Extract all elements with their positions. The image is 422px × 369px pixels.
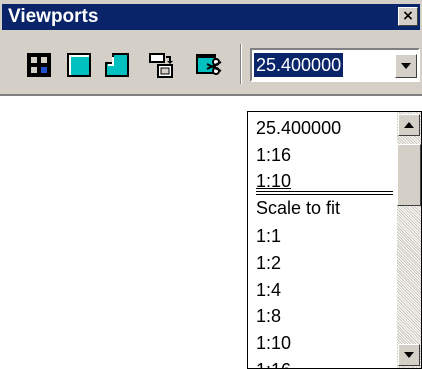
- toolbar-separator: [240, 44, 242, 84]
- scroll-down-button[interactable]: [398, 344, 420, 366]
- display-viewports-dialog-icon: [27, 53, 51, 77]
- list-item[interactable]: 1:16: [256, 358, 291, 368]
- list-item[interactable]: 1:16: [256, 143, 291, 167]
- polygonal-viewport-icon: [105, 53, 129, 77]
- list-divider: [256, 191, 393, 195]
- single-viewport-button[interactable]: [62, 48, 96, 82]
- window-title: Viewports: [8, 6, 99, 27]
- viewports-toolbar: Viewports × 25.400000: [0, 0, 422, 96]
- list-item[interactable]: 1:10: [256, 169, 291, 193]
- viewport-scale-value[interactable]: 25.400000: [254, 53, 344, 77]
- clip-existing-viewport-icon: [196, 54, 222, 75]
- chevron-down-icon: [401, 63, 411, 69]
- clip-existing-viewport-button[interactable]: [192, 48, 226, 82]
- chevron-up-icon: [404, 122, 414, 128]
- scroll-up-button[interactable]: [398, 114, 420, 136]
- dropdown-scrollbar[interactable]: [397, 112, 421, 368]
- single-viewport-icon: [67, 53, 91, 77]
- convert-object-to-viewport-icon: [149, 53, 173, 78]
- title-bar[interactable]: Viewports ×: [2, 4, 420, 30]
- display-viewports-dialog-button[interactable]: [22, 48, 56, 82]
- list-item[interactable]: 1:10: [256, 331, 291, 355]
- list-item[interactable]: 1:1: [256, 224, 281, 248]
- list-item[interactable]: 1:4: [256, 278, 281, 302]
- list-item[interactable]: 1:2: [256, 251, 281, 275]
- viewport-scale-combobox[interactable]: 25.400000: [250, 48, 420, 82]
- polygonal-viewport-button[interactable]: [100, 48, 134, 82]
- list-item[interactable]: 25.400000: [256, 116, 341, 140]
- convert-object-to-viewport-button[interactable]: [144, 48, 178, 82]
- list-item[interactable]: 1:8: [256, 304, 281, 328]
- close-icon: ×: [402, 8, 414, 24]
- close-button[interactable]: ×: [398, 7, 418, 26]
- scale-dropdown-list[interactable]: 25.400000 1:16 1:10 Scale to fit 1:1 1:2…: [247, 111, 422, 369]
- chevron-down-icon: [404, 352, 414, 358]
- list-item[interactable]: Scale to fit: [256, 196, 340, 220]
- scroll-thumb[interactable]: [397, 144, 421, 206]
- combo-dropdown-button[interactable]: [395, 54, 417, 78]
